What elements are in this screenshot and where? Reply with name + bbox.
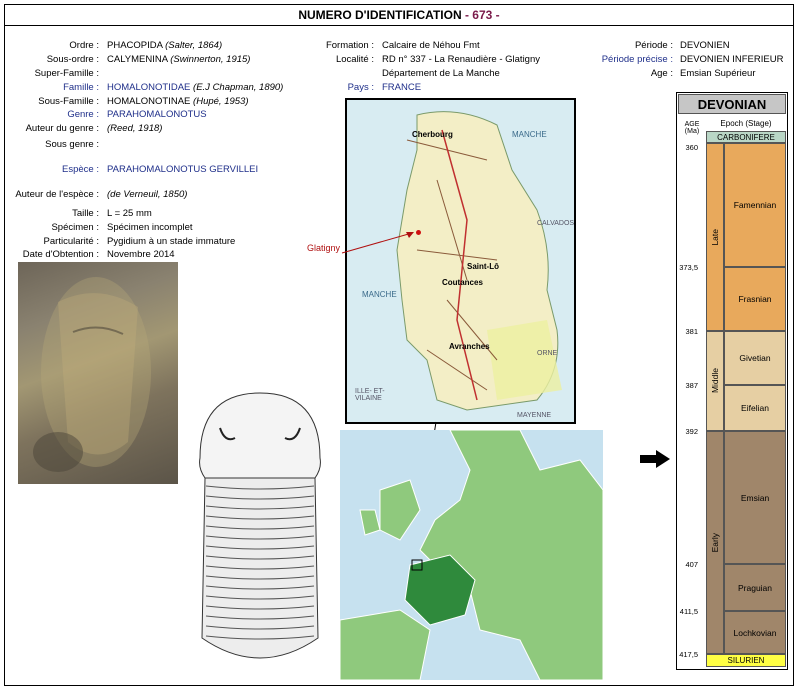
age-tick: 417,5 — [679, 650, 698, 659]
stage-lochkovian: Lochkovian — [724, 611, 786, 654]
date-obtention-value: Novembre 2014 — [107, 249, 175, 260]
sous-famille-label: Sous-Famille : — [38, 96, 99, 107]
ordre-label: Ordre : — [69, 40, 99, 51]
map-label-saintlo: Saint-Lô — [467, 262, 499, 271]
periode-precise-value: DEVONIEN INFERIEUR — [680, 54, 784, 65]
geo-top-period: CARBONIFERE — [706, 131, 786, 143]
periode-precise-label: Période précise : — [601, 54, 673, 65]
genre-value: PARAHOMALONOTUS — [107, 109, 207, 120]
age-tick: 392 — [685, 427, 698, 436]
map-label-avranches: Avranches — [449, 342, 490, 351]
geo-epoch-head: Epoch (Stage) — [720, 118, 772, 128]
glatigny-label: Glatigny — [307, 243, 341, 253]
age-value: Emsian Supérieur — [680, 68, 756, 79]
map-label-orne: ORNE — [537, 350, 558, 357]
age-tick: 407 — [685, 560, 698, 569]
famille-label: Famille : — [63, 82, 99, 93]
pays-label: Pays : — [347, 82, 374, 93]
glatigny-arrow — [341, 232, 414, 254]
pointer-arrow-icon — [640, 450, 670, 468]
normandy-map: Cherbourg MANCHE CALVADOS Saint-Lô Couta… — [345, 98, 576, 424]
localite-label: Localité : — [335, 54, 374, 65]
epoch-early: Early — [706, 431, 724, 654]
age-tick: 387 — [685, 381, 698, 390]
map-label-cherbourg: Cherbourg — [412, 130, 453, 139]
periode-value: DEVONIEN — [680, 40, 730, 51]
particularite-value: Pygidium à un stade immature — [107, 236, 236, 247]
formation-label: Formation : — [325, 40, 374, 51]
geo-age-head: AGE (Ma) — [684, 121, 700, 135]
europe-map — [340, 430, 603, 680]
map-label-manche-sea: MANCHE — [362, 290, 397, 299]
age-tick: 360 — [685, 143, 698, 152]
sous-ordre-label: Sous-ordre : — [46, 54, 99, 65]
date-obtention-label: Date d'Obtention : — [22, 249, 99, 260]
map-label-manche-top: MANCHE — [512, 130, 547, 139]
epoch-late: Late — [706, 143, 724, 331]
stage-emsian: Emsian — [724, 431, 786, 564]
famille-value: HOMALONOTIDAE (E.J Chapman, 1890) — [107, 82, 284, 93]
stage-famennian: Famennian — [724, 143, 786, 267]
age-tick: 381 — [685, 327, 698, 336]
sous-famille-value: HOMALONOTINAE (Hupé, 1953) — [107, 96, 249, 107]
periode-label: Période : — [634, 40, 673, 51]
geo-bottom-period: SILURIEN — [706, 654, 786, 667]
auteur-genre-value: (Reed, 1918) — [107, 123, 163, 134]
map-label-calvados: CALVADOS — [537, 220, 575, 227]
map-label-coutances: Coutances — [442, 278, 483, 287]
fossil-photo — [18, 262, 178, 484]
specimen-label: Spécimen : — [51, 222, 99, 233]
stage-givetian: Givetian — [724, 331, 786, 385]
geo-header: DEVONIAN — [678, 94, 786, 114]
stage-frasnian: Frasnian — [724, 267, 786, 331]
departement-value: Département de La Manche — [382, 68, 500, 79]
stage-eifelian: Eifelian — [724, 385, 786, 431]
sous-genre-label: Sous genre : — [45, 139, 99, 150]
espece-label: Espèce : — [62, 164, 99, 175]
espece-value: PARAHOMALONOTUS GERVILLEI — [107, 164, 259, 175]
auteur-genre-label: Auteur du genre : — [25, 123, 99, 134]
page-title: NUMERO D'IDENTIFICATION - 673 - — [4, 4, 794, 26]
age-label: Age : — [650, 68, 673, 79]
map-label-mayenne: MAYENNE — [517, 412, 552, 419]
age-tick: 373,5 — [679, 263, 698, 272]
map-label-ille: ILLE- ET- VILAINE — [355, 388, 385, 402]
auteur-espece-value: (de Verneuil, 1850) — [107, 189, 188, 200]
formation-value: Calcaire de Néhou Fmt — [382, 40, 480, 51]
taille-label: Taille : — [72, 208, 99, 219]
auteur-espece-label: Auteur de l'espèce : — [15, 189, 99, 200]
age-tick: 411,5 — [679, 607, 698, 616]
taille-value: L = 25 mm — [107, 208, 152, 219]
trilobite-drawing — [190, 388, 330, 673]
epoch-middle: Middle — [706, 331, 724, 431]
specimen-value: Spécimen incomplet — [107, 222, 193, 233]
super-famille-label: Super-Famille : — [34, 68, 99, 79]
particularite-label: Particularité : — [43, 236, 99, 247]
localite-value: RD n° 337 - La Renaudière - Glatigny — [382, 54, 540, 65]
genre-label: Genre : — [67, 109, 99, 120]
sous-ordre-value: CALYMENINA (Swinnerton, 1915) — [107, 54, 251, 65]
ordre-value: PHACOPIDA (Salter, 1864) — [107, 40, 223, 51]
pays-value: FRANCE — [382, 82, 422, 93]
stage-praguian: Praguian — [724, 564, 786, 611]
